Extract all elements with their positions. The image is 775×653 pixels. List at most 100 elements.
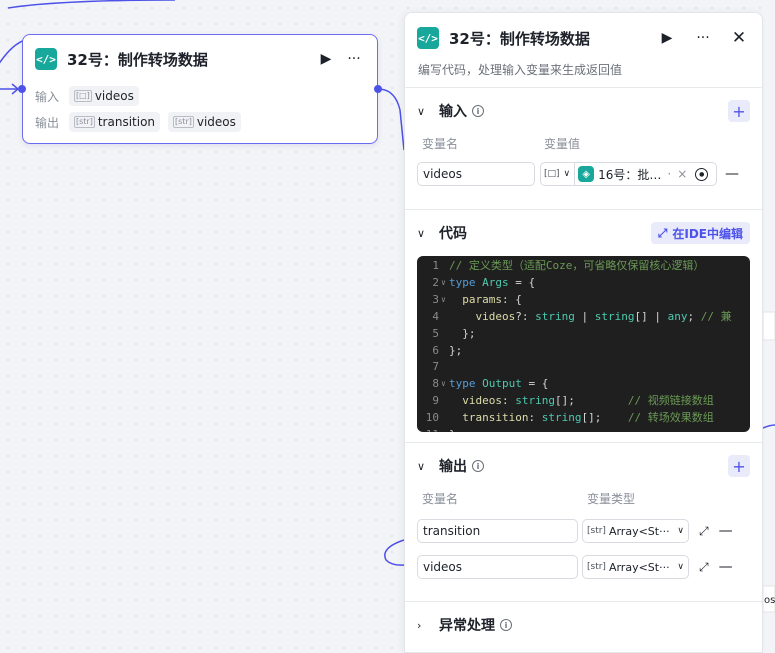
fold-toggle-icon bbox=[441, 359, 449, 376]
code-token: type bbox=[449, 275, 483, 289]
output-variable-name-field[interactable]: transition bbox=[417, 519, 578, 543]
remove-input-button[interactable]: — bbox=[723, 166, 741, 182]
array-type-icon[interactable]: [□] bbox=[544, 169, 560, 179]
output-variable-type-select[interactable]: [str] Array<St··· ∨ bbox=[582, 555, 689, 579]
node-input-chip: [□] videos bbox=[69, 86, 139, 106]
info-icon[interactable]: i bbox=[472, 460, 484, 472]
output-variable-row: videos [str] Array<St··· ∨ ⤢ — bbox=[417, 549, 750, 585]
close-icon[interactable]: ✕ bbox=[728, 27, 750, 49]
input-variable-row: videos [□] ∨ ◈ 16号：批… · × ● — bbox=[417, 156, 750, 192]
node-title: 32号：制作转场数据 bbox=[67, 50, 208, 69]
code-line[interactable]: 5 }; bbox=[417, 326, 750, 343]
fold-toggle-icon bbox=[441, 326, 449, 343]
output-variable-row: transition [str] Array<St··· ∨ ⤢ — bbox=[417, 513, 750, 549]
fold-toggle-icon bbox=[441, 258, 449, 275]
code-line[interactable]: 9 videos: string []; // 视频链接数组 bbox=[417, 393, 750, 410]
code-line[interactable]: 2 ∨ type Args = { bbox=[417, 275, 750, 292]
code-token: | bbox=[574, 309, 595, 323]
node-input-label: 输入 bbox=[35, 89, 60, 104]
code-token: ?: bbox=[515, 309, 536, 323]
code-token: params bbox=[462, 292, 502, 306]
fold-toggle-icon[interactable]: ∨ bbox=[441, 292, 449, 309]
code-line[interactable]: 10 transition: string []; // 转场效果数组 bbox=[417, 410, 750, 427]
panel-title[interactable]: 32号：制作转场数据 bbox=[449, 28, 656, 49]
code-token: string bbox=[515, 394, 555, 408]
col-variable-type: 变量类型 bbox=[587, 491, 636, 506]
fold-toggle-icon bbox=[441, 343, 449, 360]
fold-toggle-icon bbox=[441, 410, 449, 427]
code-token: videos bbox=[462, 394, 502, 408]
fold-toggle-icon bbox=[441, 393, 449, 410]
code-token: Output bbox=[482, 377, 522, 391]
input-section-title: 输入 bbox=[439, 104, 467, 120]
remove-output-button[interactable]: — bbox=[717, 523, 735, 539]
code-token: string bbox=[594, 309, 635, 323]
code-line[interactable]: 3 ∨ params: { bbox=[417, 292, 750, 309]
string-array-type-icon: [str] bbox=[74, 116, 95, 128]
edit-in-ide-button[interactable]: ⤢ 在IDE中编辑 bbox=[650, 222, 750, 244]
chevron-down-icon[interactable]: ∨ bbox=[417, 227, 431, 240]
error-handling-section[interactable]: › 异常处理 i bbox=[405, 601, 762, 648]
code-line[interactable]: 7 bbox=[417, 359, 750, 376]
variable-reference[interactable]: 16号：批… bbox=[598, 166, 661, 183]
more-options-icon[interactable]: ··· bbox=[692, 27, 714, 49]
info-icon[interactable]: i bbox=[472, 105, 484, 117]
code-line[interactable]: 11}; bbox=[417, 427, 750, 432]
code-section-title: 代码 bbox=[439, 226, 467, 242]
expand-icon: ⤢ bbox=[657, 225, 668, 240]
chevron-down-icon[interactable]: ∨ bbox=[564, 169, 571, 179]
code-token: // 兼 bbox=[700, 309, 732, 323]
fold-toggle-icon bbox=[441, 309, 449, 326]
code-token: : bbox=[502, 394, 516, 408]
more-options-icon[interactable]: ··· bbox=[343, 48, 365, 70]
run-node-icon[interactable]: ▶ bbox=[656, 27, 678, 49]
error-section-title: 异常处理 bbox=[439, 618, 495, 634]
chevron-down-icon[interactable]: ∨ bbox=[417, 460, 431, 473]
code-editor[interactable]: 1 // 定义类型（适配Coze，可省略仅保留核心逻辑） 2 ∨ type Args =… bbox=[417, 256, 750, 432]
expand-icon[interactable]: ⤢ bbox=[699, 524, 709, 539]
code-node-card[interactable]: </> 32号：制作转场数据 ▶ ··· 输入 [□] videos 输出 [s… bbox=[22, 34, 378, 144]
remove-output-button[interactable]: — bbox=[717, 559, 735, 575]
input-variable-value-selector[interactable]: [□] ∨ ◈ 16号：批… · × ● bbox=[540, 162, 717, 186]
chevron-right-icon[interactable]: › bbox=[417, 619, 431, 632]
array-type-icon: [□] bbox=[74, 90, 92, 102]
run-node-icon[interactable]: ▶ bbox=[315, 48, 337, 70]
code-token: = { bbox=[521, 377, 549, 391]
output-section: ∨ 输出 i + 变量名 变量类型 transition [str] Array… bbox=[405, 442, 762, 601]
code-section: ∨ 代码 ⤢ 在IDE中编辑 1 // 定义类型（适配Coze，可省略仅保留核心逻… bbox=[405, 209, 762, 442]
target-icon[interactable]: ● bbox=[695, 167, 709, 181]
output-variable-name-field[interactable]: videos bbox=[417, 555, 578, 579]
chevron-down-icon: ∨ bbox=[677, 562, 684, 572]
code-line[interactable]: 1 // 定义类型（适配Coze，可省略仅保留核心逻辑） bbox=[417, 258, 750, 275]
expand-icon[interactable]: ⤢ bbox=[699, 560, 709, 575]
code-token: }; bbox=[449, 326, 476, 340]
string-array-type-icon: [str] bbox=[587, 526, 606, 536]
code-token: // 定义类型（适配Coze，可省略仅保留核心逻辑） bbox=[449, 259, 705, 272]
code-token: string bbox=[541, 411, 582, 425]
code-token: }; bbox=[449, 427, 462, 432]
code-token: [] | bbox=[634, 309, 668, 323]
col-variable-value: 变量值 bbox=[544, 136, 581, 151]
panel-description[interactable]: 编写代码，处理输入变量来生成返回值 bbox=[405, 63, 762, 87]
clear-reference-icon[interactable]: × bbox=[677, 167, 687, 181]
line-number: 1 bbox=[432, 259, 439, 272]
node-output-chip: [str] videos bbox=[168, 112, 241, 132]
node-output-chip: [str] transition bbox=[69, 112, 161, 132]
node-output-label: 输出 bbox=[35, 115, 60, 130]
chevron-down-icon[interactable]: ∨ bbox=[417, 105, 431, 118]
fold-toggle-icon[interactable]: ∨ bbox=[441, 376, 449, 393]
fold-toggle-icon[interactable]: ∨ bbox=[441, 275, 449, 292]
code-line[interactable]: 8 ∨ type Output = { bbox=[417, 376, 750, 393]
node-input-port[interactable] bbox=[18, 85, 26, 93]
code-node-icon: </> bbox=[35, 48, 57, 70]
output-variable-type-select[interactable]: [str] Array<St··· ∨ bbox=[582, 519, 689, 543]
add-input-button[interactable]: + bbox=[728, 100, 750, 122]
node-output-port[interactable] bbox=[374, 85, 382, 93]
line-number: 8 bbox=[432, 377, 439, 391]
code-line[interactable]: 6}; bbox=[417, 343, 750, 360]
add-output-button[interactable]: + bbox=[728, 455, 750, 477]
input-variable-name-field[interactable]: videos bbox=[417, 162, 535, 186]
info-icon[interactable]: i bbox=[500, 619, 512, 631]
code-line[interactable]: 4 videos?: string | string[] | any; // 兼 bbox=[417, 309, 750, 326]
